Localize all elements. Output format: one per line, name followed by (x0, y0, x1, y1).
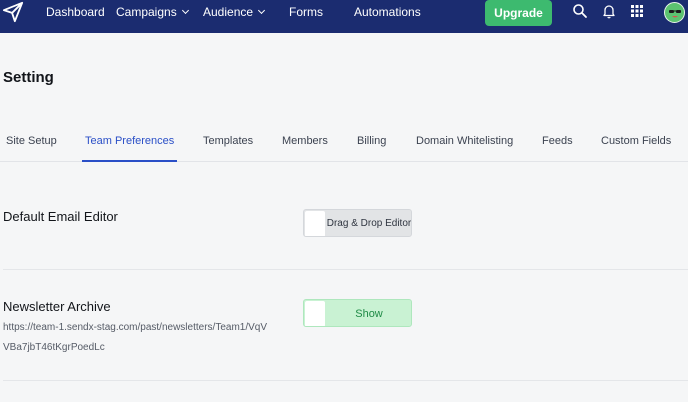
nav-audience-label: Audience (203, 5, 254, 19)
page-title: Setting (3, 69, 54, 86)
tab-custom-fields[interactable]: Custom Fields (601, 135, 671, 147)
newsletter-archive-label: Newsletter Archive (3, 299, 111, 314)
tab-domain-whitelisting[interactable]: Domain Whitelisting (416, 135, 513, 147)
tab-team-preferences[interactable]: Team Preferences (85, 135, 174, 147)
tab-billing[interactable]: Billing (357, 135, 386, 147)
avatar[interactable] (664, 2, 685, 23)
newsletter-archive-toggle-label: Show (355, 308, 383, 320)
send-logo-icon[interactable] (2, 1, 24, 23)
apps-grid-icon[interactable] (629, 3, 645, 19)
top-navigation-bar: Dashboard Campaigns Audience Forms Autom… (0, 0, 688, 33)
nav-audience[interactable]: Audience (203, 0, 266, 25)
upgrade-button[interactable]: Upgrade (485, 0, 552, 26)
search-icon[interactable] (572, 3, 588, 19)
section-divider (3, 380, 688, 381)
toggle-knob (305, 211, 325, 236)
toggle-knob (305, 301, 325, 326)
bell-icon[interactable] (601, 3, 617, 19)
default-editor-toggle-label: Drag & Drop Editor (326, 218, 412, 229)
default-email-editor-label: Default Email Editor (3, 209, 118, 224)
tab-feeds[interactable]: Feeds (542, 135, 573, 147)
active-tab-indicator (82, 160, 177, 162)
tab-members[interactable]: Members (282, 135, 328, 147)
settings-tabs: Site Setup Team Preferences Templates Me… (0, 132, 688, 162)
section-divider (3, 269, 688, 270)
nav-dashboard[interactable]: Dashboard (46, 0, 105, 25)
nav-campaigns-label: Campaigns (116, 5, 177, 19)
avatar-face-icon (669, 10, 681, 18)
default-editor-toggle[interactable]: Drag & Drop Editor (303, 209, 412, 237)
chevron-down-icon (258, 6, 266, 15)
newsletter-archive-toggle[interactable]: Show (303, 299, 412, 327)
nav-campaigns[interactable]: Campaigns (116, 0, 189, 25)
chevron-down-icon (181, 6, 189, 15)
nav-automations[interactable]: Automations (354, 0, 421, 25)
tab-templates[interactable]: Templates (203, 135, 253, 147)
tab-site-setup[interactable]: Site Setup (6, 135, 57, 147)
newsletter-archive-url: https://team-1.sendx-stag.com/past/newsl… (3, 322, 268, 353)
nav-forms[interactable]: Forms (289, 0, 323, 25)
